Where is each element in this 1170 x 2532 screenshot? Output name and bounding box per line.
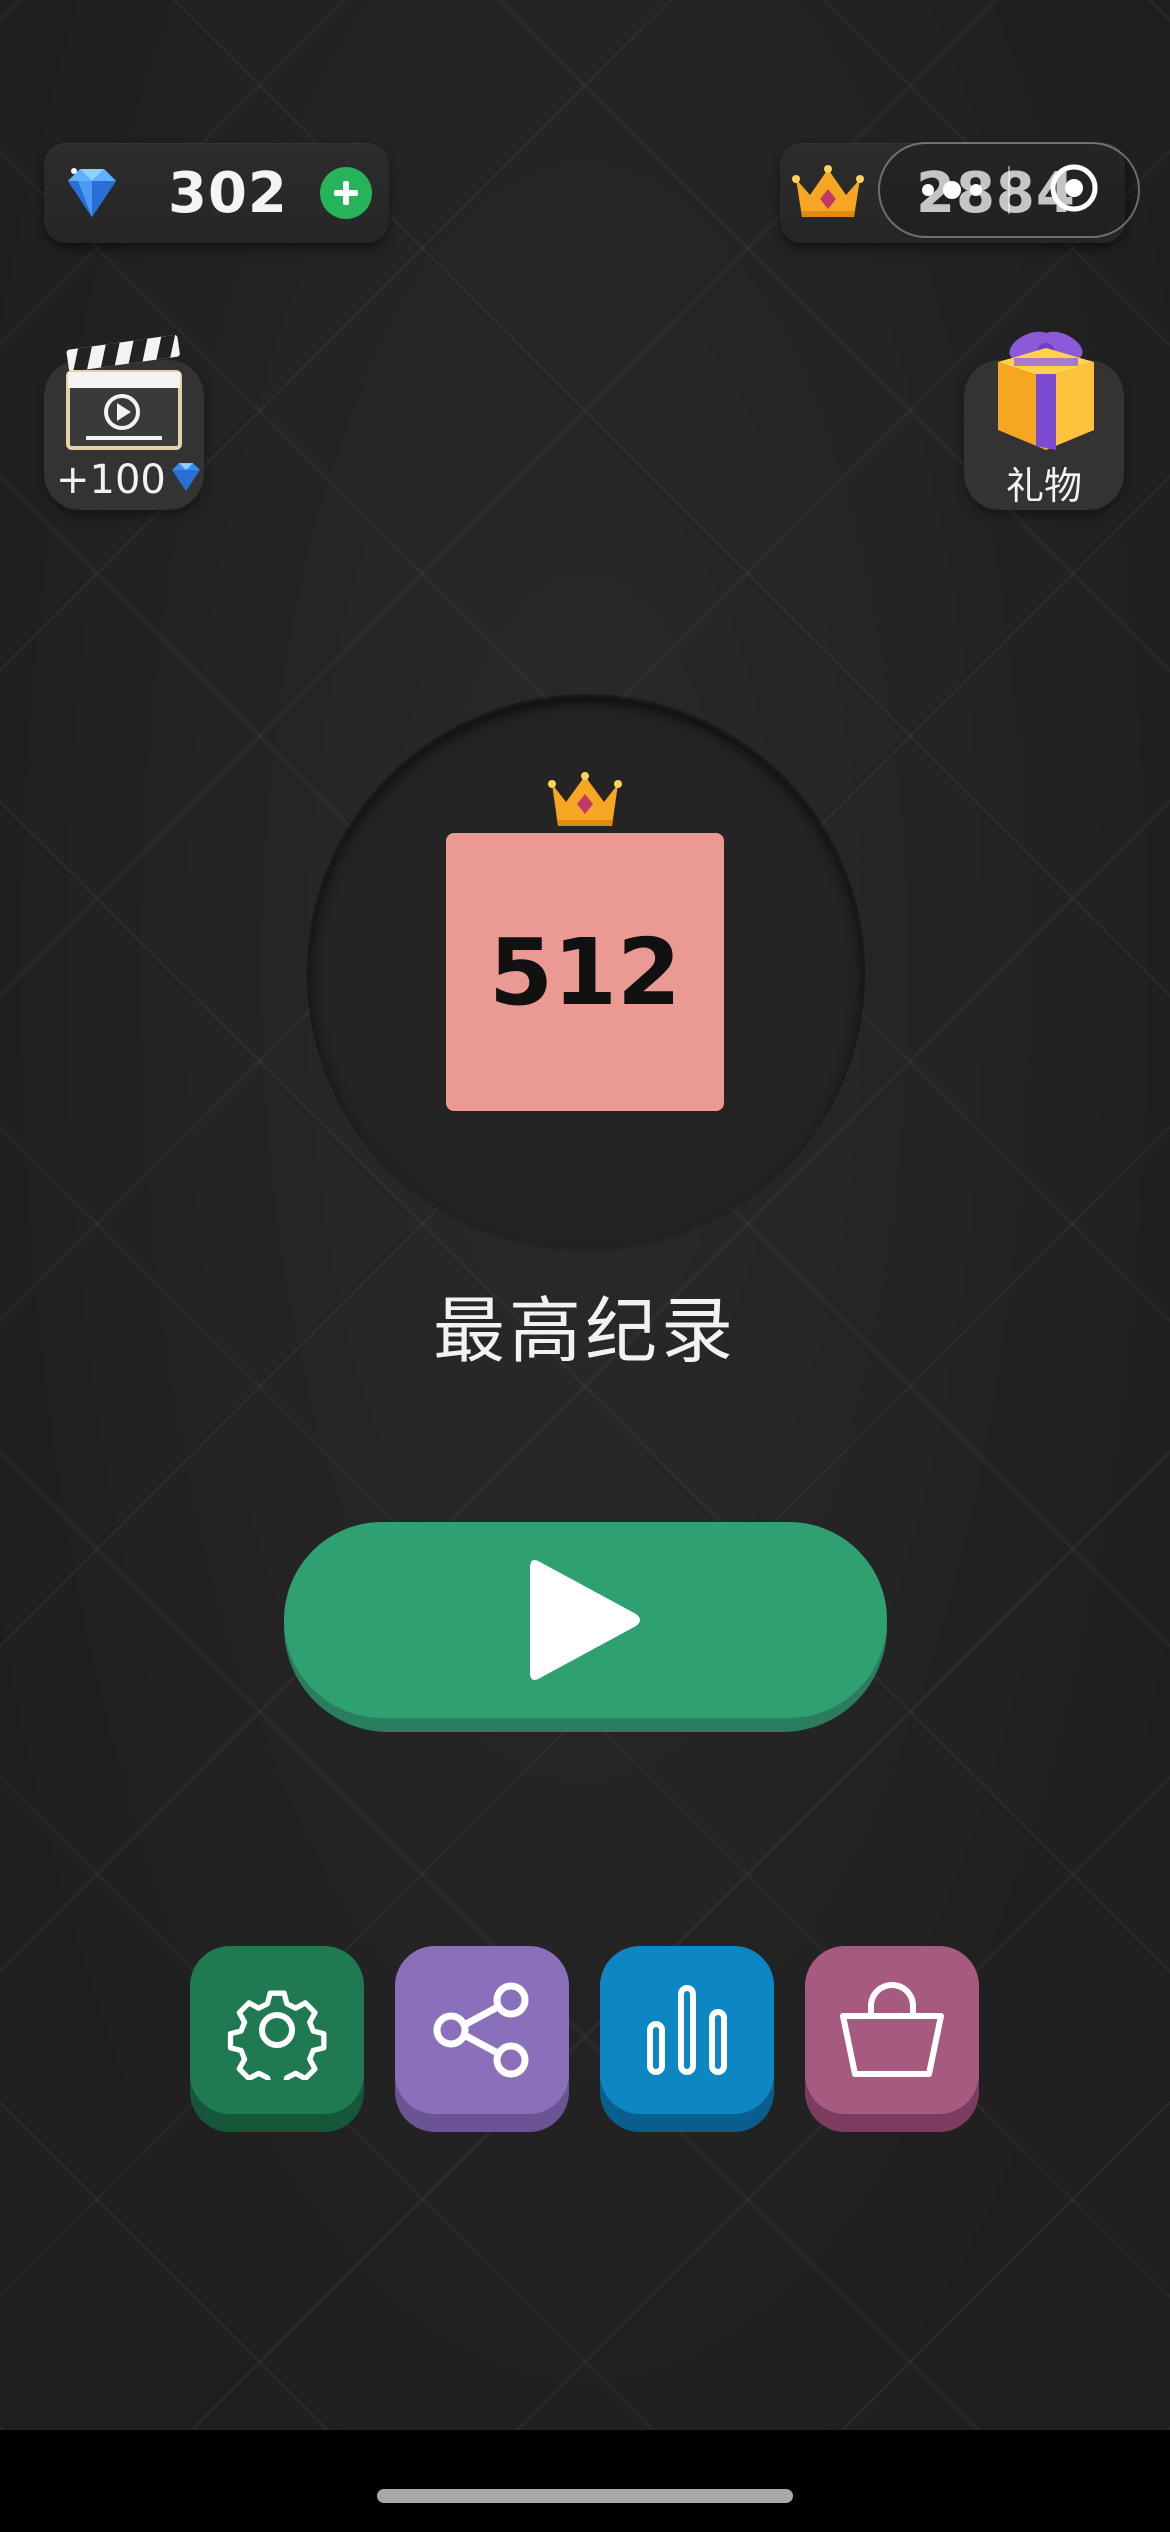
gem-counter: 302 [44,143,389,243]
record-label: 最高纪录 [432,1289,737,1373]
system-bottom-bar [0,2430,1170,2532]
gem-count: 302 [168,161,288,226]
gem-icon [54,155,130,231]
play-button-face [284,1522,887,1718]
bar-chart-icon [647,1985,727,2075]
shopping-bag-icon [840,1982,944,2077]
clapperboard-icon [62,322,186,452]
gear-icon [227,1990,327,2080]
video-reward-label: +100 [56,455,210,509]
settings-button[interactable] [190,1946,364,2132]
leaderboard-button[interactable] [600,1946,774,2132]
crown-icon [790,155,866,231]
share-icon [433,1982,529,2078]
add-gems-button[interactable] [320,167,372,219]
more-icon[interactable] [918,180,988,204]
play-icon [529,1560,640,1680]
plus-icon [334,181,358,205]
shop-button[interactable] [805,1946,979,2132]
crown-icon [548,772,622,832]
gem-icon [162,455,210,509]
gift-icon [984,322,1108,452]
record-tile: 512 [446,833,724,1111]
home-indicator[interactable] [377,2489,793,2503]
share-button[interactable] [395,1946,569,2132]
play-button[interactable] [284,1522,887,1732]
capsule-divider [1008,166,1010,214]
gift-label: 礼物 [1006,464,1083,508]
close-miniprogram-icon[interactable] [1048,162,1100,214]
